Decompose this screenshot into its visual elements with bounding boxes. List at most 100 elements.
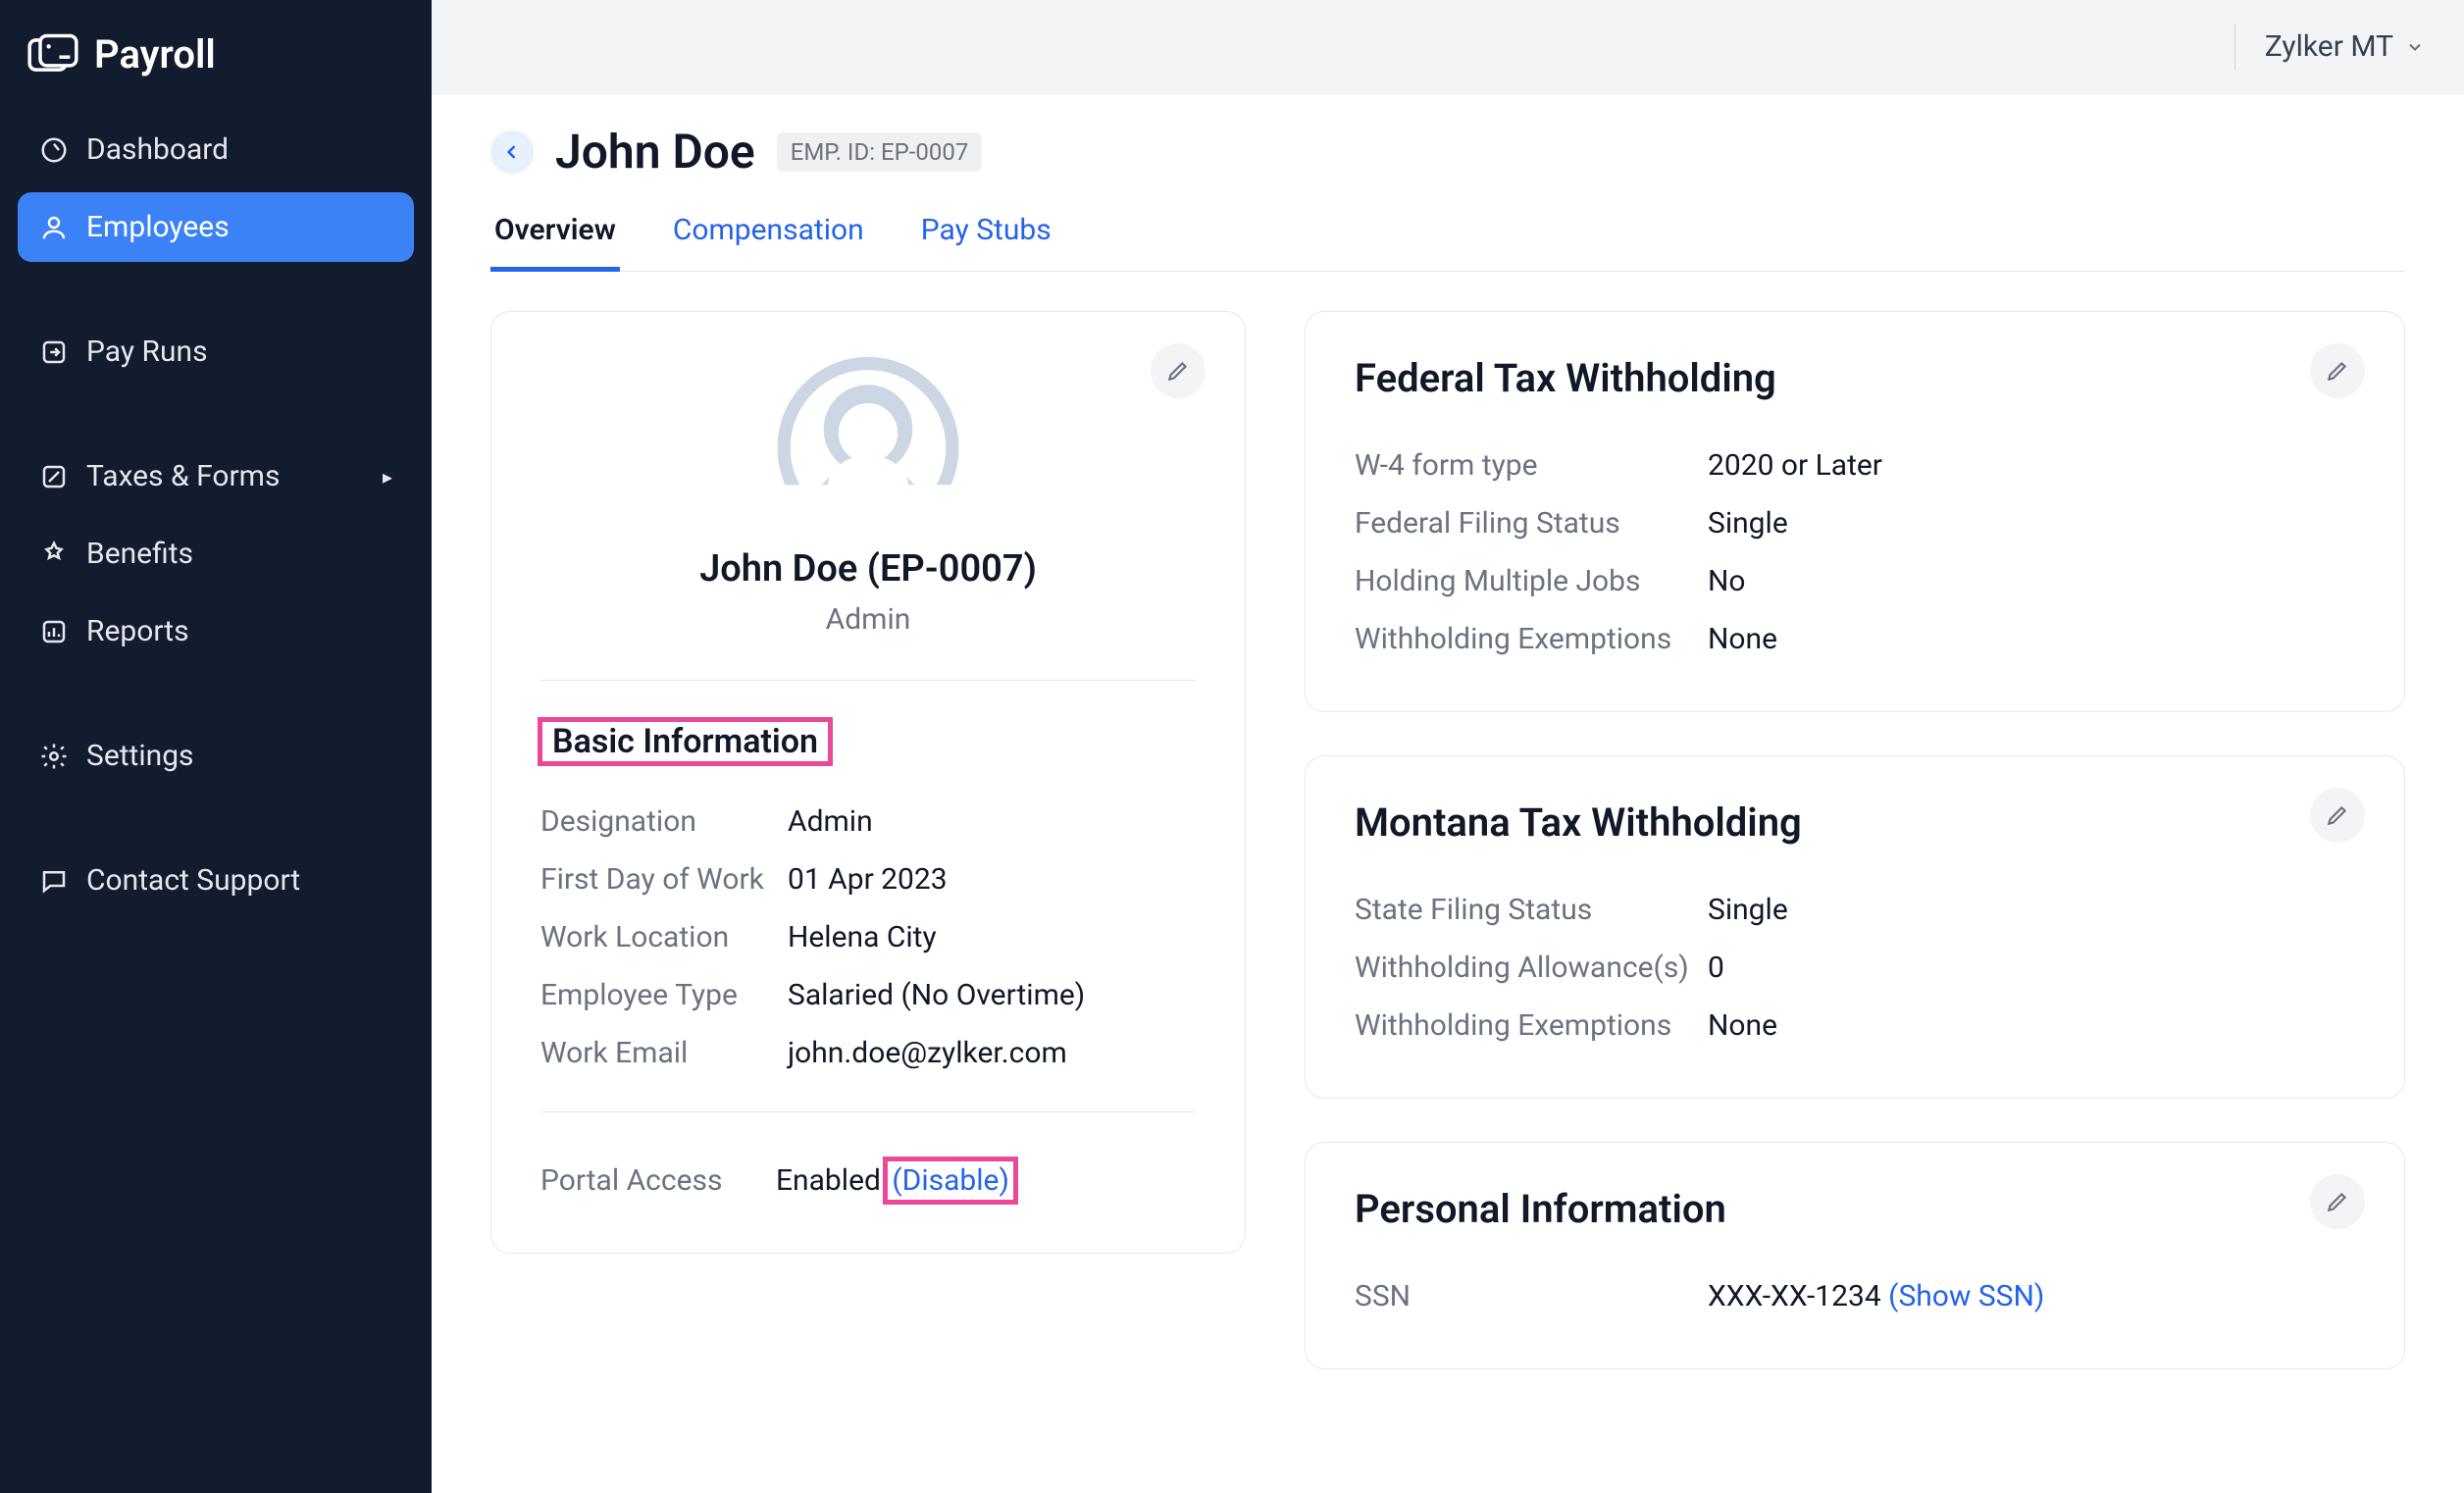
sidebar-item-benefits[interactable]: Benefits <box>18 519 414 589</box>
reports-icon <box>39 617 69 646</box>
tab-bar: Overview Compensation Pay Stubs <box>490 199 2405 272</box>
value-ssn: XXX-XX-1234 (Show SSN) <box>1708 1279 2044 1313</box>
divider <box>540 1111 1196 1112</box>
sidebar-item-payruns[interactable]: Pay Runs <box>18 317 414 386</box>
federal-tax-card: Federal Tax Withholding W-4 form type202… <box>1305 311 2405 712</box>
dashboard-icon <box>39 135 69 165</box>
sidebar-item-dashboard[interactable]: Dashboard <box>18 115 414 184</box>
value-multi-jobs: No <box>1708 564 1746 598</box>
value-allowances: 0 <box>1708 951 1724 985</box>
payroll-logo-icon <box>27 33 78 77</box>
row-work-location: Work Location Helena City <box>540 908 1196 966</box>
taxes-icon <box>39 462 69 491</box>
label-first-day: First Day of Work <box>540 862 788 897</box>
edit-profile-button[interactable] <box>1151 343 1206 398</box>
label-designation: Designation <box>540 804 788 839</box>
edit-state-button[interactable] <box>2310 788 2365 843</box>
value-work-email: john.doe@zylker.com <box>788 1036 1067 1070</box>
value-employee-type: Salaried (No Overtime) <box>788 978 1085 1012</box>
row-portal-access: Portal Access Enabled (Disable) <box>540 1152 1196 1210</box>
value-w4: 2020 or Later <box>1708 448 1882 483</box>
app-logo: Payroll <box>18 20 414 115</box>
personal-info-card: Personal Information SSN XXX-XX-1234 (Sh… <box>1305 1142 2405 1369</box>
tab-compensation[interactable]: Compensation <box>669 199 868 271</box>
row-employee-type: Employee Type Salaried (No Overtime) <box>540 966 1196 1024</box>
sidebar-item-taxes[interactable]: Taxes & Forms ▸ <box>18 441 414 511</box>
label-state-exempt: Withholding Exemptions <box>1355 1008 1708 1043</box>
sidebar-item-employees[interactable]: Employees <box>18 192 414 262</box>
show-ssn-link[interactable]: (Show SSN) <box>1888 1279 2044 1313</box>
chevron-right-icon: ▸ <box>383 465 392 489</box>
sidebar-item-reports[interactable]: Reports <box>18 596 414 666</box>
label-ssn: SSN <box>1355 1279 1708 1313</box>
value-designation: Admin <box>788 804 873 839</box>
profile-card: John Doe (EP-0007) Admin Basic Informati… <box>490 311 1246 1254</box>
label-w4: W-4 form type <box>1355 448 1708 483</box>
label-fed-exempt: Withholding Exemptions <box>1355 622 1708 656</box>
employees-icon <box>39 213 69 242</box>
label-work-location: Work Location <box>540 920 788 954</box>
page-title: John Doe <box>555 124 755 180</box>
ssn-masked: XXX-XX-1234 <box>1708 1279 1881 1313</box>
state-title: Montana Tax Withholding <box>1355 799 2355 846</box>
value-fed-exempt: None <box>1708 622 1777 656</box>
portal-status: Enabled <box>776 1163 881 1198</box>
page-header: John Doe EMP. ID: EP-0007 <box>490 124 2405 180</box>
sidebar-item-settings[interactable]: Settings <box>18 721 414 791</box>
sidebar-nav: Dashboard Employees Pay Runs Taxes & For… <box>18 115 414 915</box>
sidebar-item-label: Reports <box>86 614 189 648</box>
employee-id-badge: EMP. ID: EP-0007 <box>777 132 983 172</box>
row-work-email: Work Email john.doe@zylker.com <box>540 1024 1196 1082</box>
org-switcher[interactable]: Zylker MT <box>2234 24 2425 71</box>
chat-icon <box>39 866 69 896</box>
state-tax-card: Montana Tax Withholding State Filing Sta… <box>1305 755 2405 1099</box>
edit-personal-button[interactable] <box>2310 1174 2365 1229</box>
gear-icon <box>39 742 69 771</box>
sidebar-item-label: Employees <box>86 210 230 244</box>
org-name: Zylker MT <box>2265 29 2393 64</box>
federal-title: Federal Tax Withholding <box>1355 355 2355 401</box>
tab-overview[interactable]: Overview <box>490 199 620 271</box>
disable-portal-link[interactable]: (Disable) <box>888 1161 1013 1200</box>
sidebar-item-support[interactable]: Contact Support <box>18 846 414 915</box>
label-multi-jobs: Holding Multiple Jobs <box>1355 564 1708 598</box>
app-name: Payroll <box>94 31 216 77</box>
label-employee-type: Employee Type <box>540 978 788 1012</box>
value-state-filing: Single <box>1708 893 1788 927</box>
personal-title: Personal Information <box>1355 1186 2355 1232</box>
label-state-filing: State Filing Status <box>1355 893 1708 927</box>
sidebar-item-label: Dashboard <box>86 132 229 167</box>
divider <box>540 680 1196 681</box>
back-button[interactable] <box>490 130 534 174</box>
pencil-icon <box>2325 802 2350 828</box>
sidebar-item-label: Settings <box>86 739 194 773</box>
pencil-icon <box>1165 358 1191 384</box>
chevron-down-icon <box>2405 37 2425 57</box>
value-work-location: Helena City <box>788 920 937 954</box>
pencil-icon <box>2325 1189 2350 1214</box>
topbar: Zylker MT <box>432 0 2464 94</box>
sidebar-item-label: Benefits <box>86 537 193 571</box>
value-fed-filing: Single <box>1708 506 1788 541</box>
sidebar-item-label: Taxes & Forms <box>86 459 280 493</box>
label-allowances: Withholding Allowance(s) <box>1355 951 1708 985</box>
row-first-day: First Day of Work 01 Apr 2023 <box>540 850 1196 908</box>
employee-role: Admin <box>540 602 1196 637</box>
sidebar-item-label: Pay Runs <box>86 335 208 369</box>
row-designation: Designation Admin <box>540 793 1196 850</box>
pencil-icon <box>2325 358 2350 384</box>
tab-paystubs[interactable]: Pay Stubs <box>917 199 1055 271</box>
value-state-exempt: None <box>1708 1008 1777 1043</box>
sidebar: Payroll Dashboard Employees Pay Runs Tax… <box>0 0 432 1493</box>
value-first-day: 01 Apr 2023 <box>788 862 948 897</box>
value-portal-access: Enabled (Disable) <box>776 1163 1013 1198</box>
payruns-icon <box>39 337 69 367</box>
employee-name: John Doe (EP-0007) <box>540 547 1196 591</box>
avatar-placeholder-icon <box>775 355 961 522</box>
edit-federal-button[interactable] <box>2310 343 2365 398</box>
label-work-email: Work Email <box>540 1036 788 1070</box>
sidebar-item-label: Contact Support <box>86 863 300 898</box>
chevron-left-icon <box>502 142 522 162</box>
label-portal-access: Portal Access <box>540 1163 776 1198</box>
label-fed-filing: Federal Filing Status <box>1355 506 1708 541</box>
